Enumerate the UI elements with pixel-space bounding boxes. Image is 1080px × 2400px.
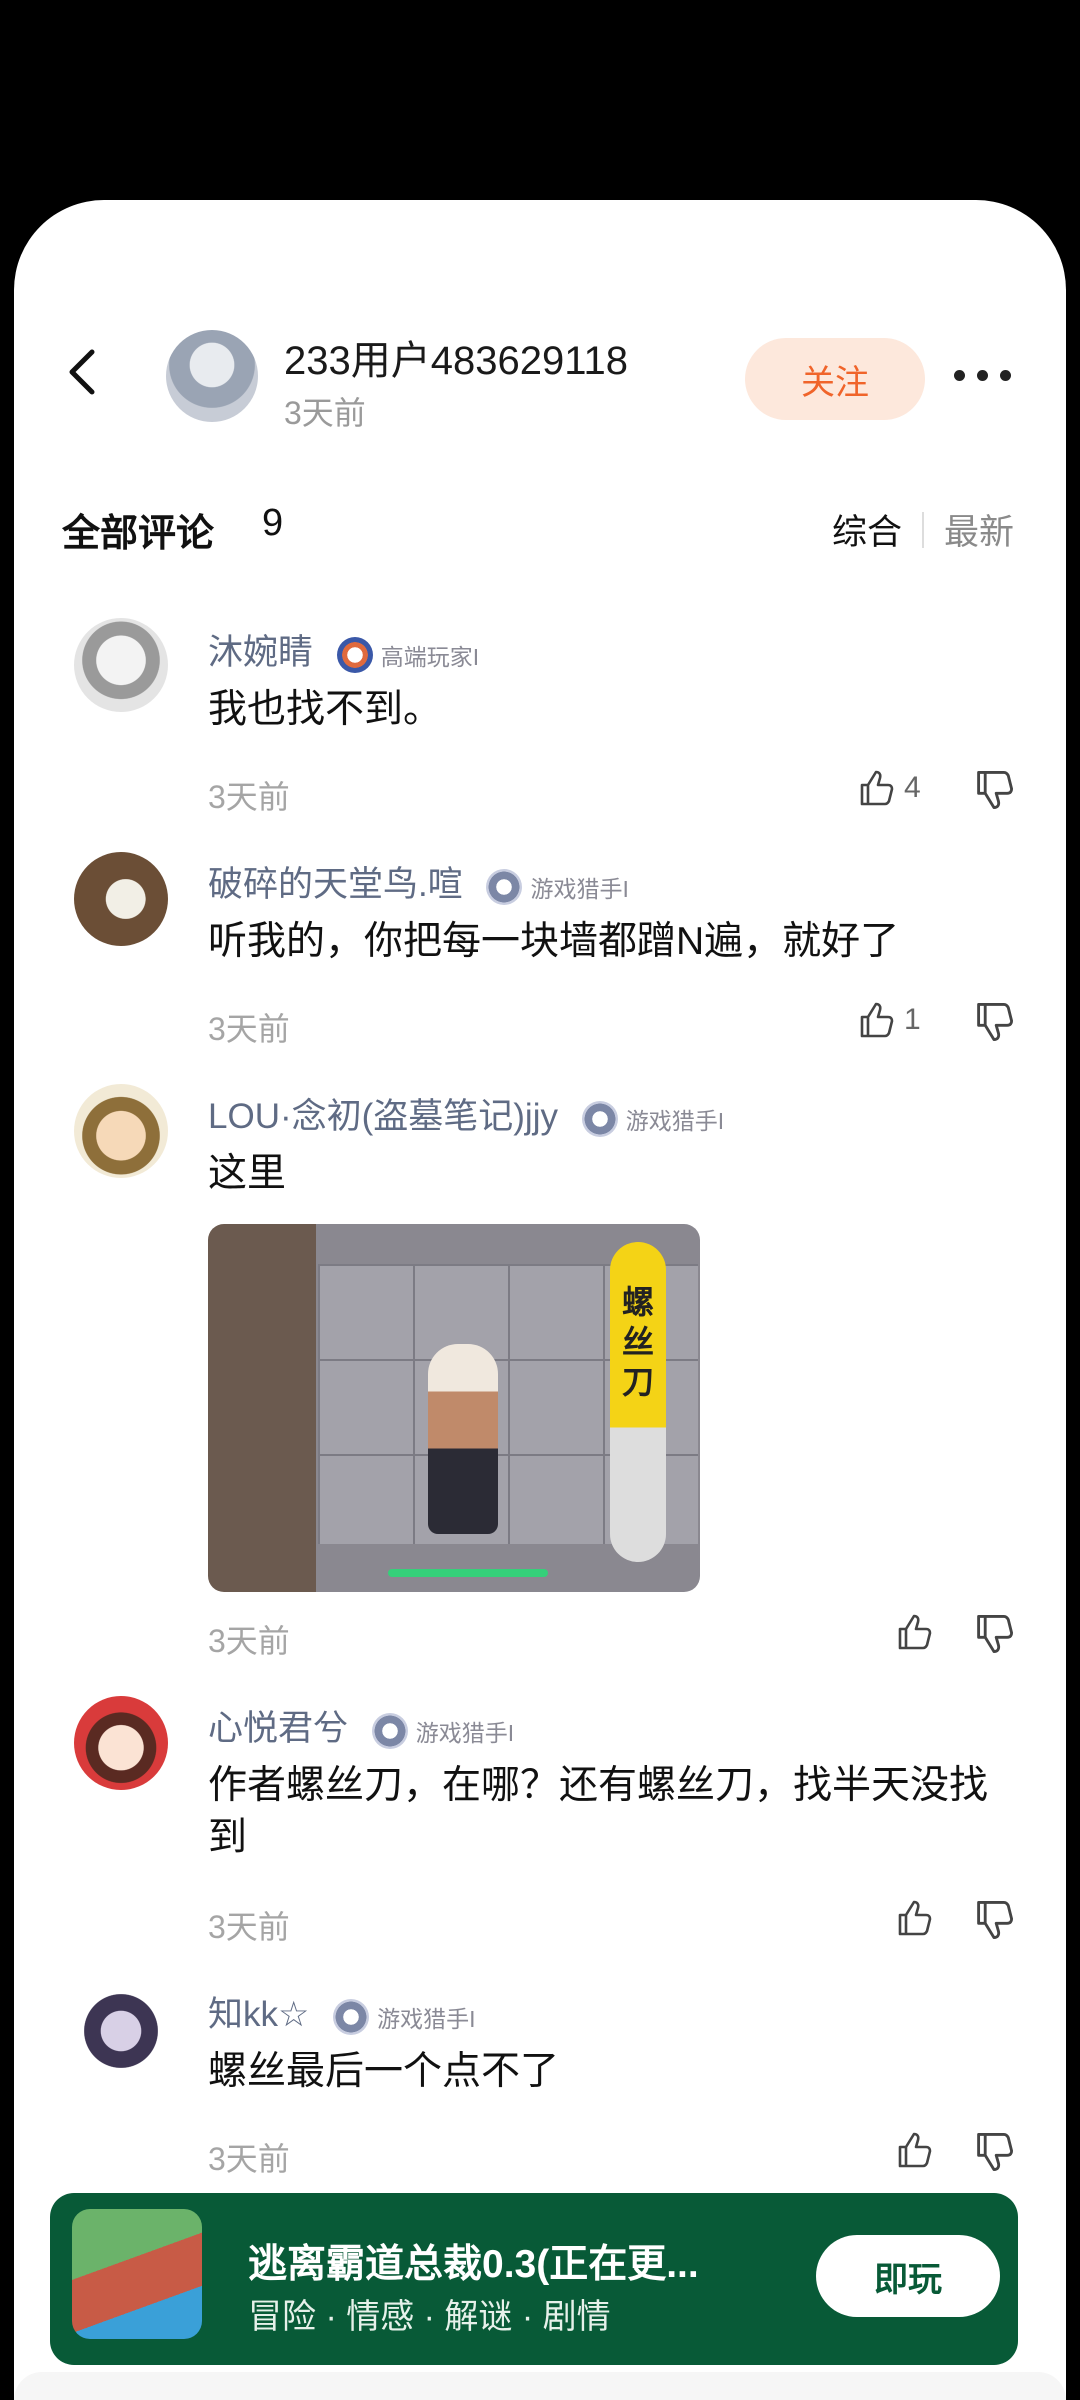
like-button[interactable]: 1 xyxy=(856,1000,921,1040)
author-name[interactable]: 233用户483629118 xyxy=(284,328,628,386)
game-thumbnail xyxy=(72,2209,202,2339)
badge-label: 高端玩家I xyxy=(380,643,480,670)
comment-time: 3天前 xyxy=(208,1909,290,1945)
chevron-left-icon xyxy=(69,349,95,395)
image-screwdriver-sign: 螺 丝 刀 xyxy=(610,1242,666,1562)
commenter-avatar[interactable] xyxy=(74,1984,168,2078)
sort-tab-overall[interactable]: 综合 xyxy=(832,504,902,555)
comment-text: 我也找不到。 xyxy=(208,688,443,731)
thumbs-down-icon xyxy=(977,2132,1014,2172)
comment-time: 3天前 xyxy=(208,1623,290,1659)
author-avatar[interactable] xyxy=(166,330,258,422)
player-badge: 游戏猎手I xyxy=(371,1712,515,1749)
sign-char: 刀 xyxy=(621,1364,654,1400)
player-badge: 游戏猎手I xyxy=(333,1998,476,2035)
like-button[interactable] xyxy=(894,1612,934,1652)
more-dot-icon xyxy=(977,369,988,381)
commenter-name[interactable]: 心悦君兮 游戏猎手I xyxy=(208,1700,514,1751)
player-badge: 游戏猎手I xyxy=(486,868,629,905)
post-time: 3天前 xyxy=(284,395,366,431)
dislike-button[interactable] xyxy=(972,768,1016,812)
comments-header: 全部评论 9 综合 最新 xyxy=(62,502,1022,558)
post-header: 233用户483629118 3天前 关注 xyxy=(14,200,1066,460)
badge-icon xyxy=(581,1100,618,1137)
like-count: 1 xyxy=(904,1003,921,1036)
commenter-name-text: 沐婉睛 xyxy=(208,633,314,672)
badge-icon xyxy=(371,1712,408,1749)
comments-title: 全部评论 xyxy=(62,513,215,555)
play-button[interactable]: 即玩 xyxy=(816,2235,1000,2317)
commenter-avatar[interactable] xyxy=(74,618,168,712)
badge-icon xyxy=(336,636,373,673)
comment-text: 这里 xyxy=(208,1152,287,1195)
commenter-name[interactable]: 破碎的天堂鸟.喧 游戏猎手I xyxy=(208,856,629,907)
commenter-name-text: 知kk☆ xyxy=(208,1995,310,2034)
commenter-name-text: 心悦君兮 xyxy=(208,1709,349,1748)
comment-text: 螺丝最后一个点不了 xyxy=(208,2050,560,2093)
follow-button[interactable]: 关注 xyxy=(745,338,925,420)
like-count: 4 xyxy=(904,771,921,804)
game-tags: 冒险 · 情感 · 解谜 · 剧情 xyxy=(248,2298,611,2336)
more-dot-icon xyxy=(1000,369,1011,381)
commenter-avatar[interactable] xyxy=(74,1696,168,1790)
commenter-name[interactable]: 知kk☆ 游戏猎手I xyxy=(208,1986,476,2037)
dislike-button[interactable] xyxy=(972,1000,1016,1044)
image-progress-bar xyxy=(388,1569,548,1577)
like-button[interactable]: 4 xyxy=(856,768,921,808)
commenter-name-text: LOU·念初(盗墓笔记)jjy xyxy=(208,1097,558,1136)
player-badge: 游戏猎手I xyxy=(581,1100,725,1137)
thumbs-up-icon xyxy=(898,1614,932,1650)
commenter-name[interactable]: 沐婉睛 高端玩家I xyxy=(208,624,479,675)
bottom-input-bar[interactable] xyxy=(14,2372,1066,2400)
thumbs-up-icon xyxy=(860,770,894,806)
sort-tab-latest[interactable]: 最新 xyxy=(944,504,1014,555)
thumbs-up-icon xyxy=(860,1002,894,1038)
comment-text: 作者螺丝刀，在哪？还有螺丝刀，找半天没找到 xyxy=(208,1764,989,1859)
sign-char: 螺 xyxy=(621,1284,654,1320)
sort-divider xyxy=(922,512,924,548)
thumbs-down-icon xyxy=(977,1002,1014,1042)
comment-time: 3天前 xyxy=(208,2141,290,2177)
game-title: 逃离霸道总裁0.3(正在更... xyxy=(248,2243,699,2286)
comment-image[interactable]: 螺 丝 刀 xyxy=(208,1224,700,1592)
thumbs-down-icon xyxy=(977,1900,1014,1940)
like-button[interactable] xyxy=(894,2130,934,2170)
comment-time: 3天前 xyxy=(208,779,290,815)
sign-char: 丝 xyxy=(621,1324,654,1360)
badge-label: 游戏猎手I xyxy=(415,1719,515,1746)
more-dot-icon xyxy=(954,369,965,381)
badge-icon xyxy=(333,1998,370,2035)
comment-sheet: 233用户483629118 3天前 关注 全部评论 9 综合 最新 沐婉睛 高… xyxy=(14,200,1066,2400)
badge-label: 游戏猎手I xyxy=(625,1107,725,1134)
dislike-button[interactable] xyxy=(972,1612,1016,1656)
commenter-name-text: 破碎的天堂鸟.喧 xyxy=(208,865,463,904)
more-options-button[interactable] xyxy=(954,360,1024,390)
commenter-avatar[interactable] xyxy=(74,1084,168,1178)
commenter-name[interactable]: LOU·念初(盗墓笔记)jjy 游戏猎手I xyxy=(208,1088,724,1139)
thumbs-down-icon xyxy=(977,1614,1014,1654)
image-character xyxy=(428,1344,498,1534)
comment-text: 听我的，你把每一块墙都蹭N遍，就好了 xyxy=(208,920,900,963)
badge-icon xyxy=(486,868,523,905)
comment-time: 3天前 xyxy=(208,1011,290,1047)
thumbs-up-icon xyxy=(898,2132,932,2168)
dislike-button[interactable] xyxy=(972,1898,1016,1942)
badge-label: 游戏猎手I xyxy=(377,2005,476,2032)
thumbs-down-icon xyxy=(977,770,1014,810)
back-button[interactable] xyxy=(54,342,114,402)
player-badge: 高端玩家I xyxy=(336,636,480,673)
game-banner[interactable]: 逃离霸道总裁0.3(正在更... 冒险 · 情感 · 解谜 · 剧情 即玩 xyxy=(50,2193,1018,2365)
commenter-avatar[interactable] xyxy=(74,852,168,946)
dislike-button[interactable] xyxy=(972,2130,1016,2174)
badge-label: 游戏猎手I xyxy=(530,875,629,902)
like-button[interactable] xyxy=(894,1898,934,1938)
thumbs-up-icon xyxy=(898,1900,932,1936)
comments-count: 9 xyxy=(262,502,284,544)
